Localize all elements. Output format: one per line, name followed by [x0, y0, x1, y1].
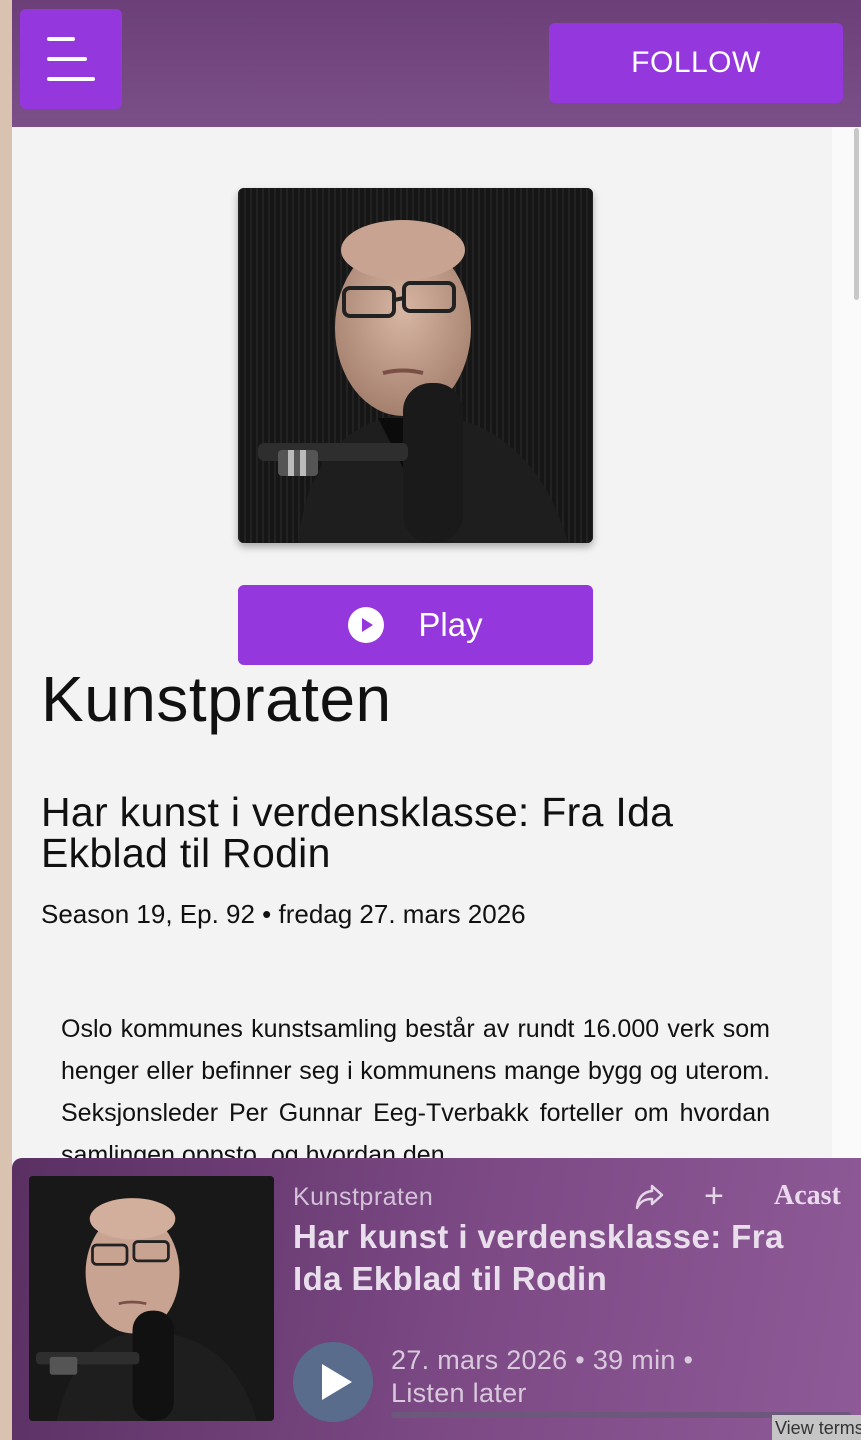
hamburger-menu-icon — [47, 37, 75, 41]
top-bar: FOLLOW — [12, 0, 861, 127]
play-button-label: Play — [418, 606, 483, 643]
play-circle-icon — [348, 607, 385, 643]
add-to-queue-icon[interactable]: + — [704, 1176, 724, 1216]
play-button[interactable]: Play — [238, 585, 593, 665]
player-episode-title: Har kunst i verdensklasse: Fra Ida Ekbla… — [293, 1218, 784, 1297]
share-icon[interactable] — [634, 1182, 666, 1212]
episode-cover-image — [238, 188, 593, 543]
scrollbar-thumb[interactable] — [854, 128, 859, 300]
episode-description: Oslo kommunes kunstsamling består av run… — [61, 1015, 770, 1169]
player-portrait-illustration — [29, 1176, 274, 1421]
episode-title: Har kunst i verdensklasse: Fra Ida Ekbla… — [41, 789, 674, 876]
menu-button[interactable] — [20, 9, 122, 109]
player-date-duration: 27. mars 2026 • 39 min • — [391, 1345, 694, 1375]
player-info: 27. mars 2026 • 39 min • Listen later — [391, 1344, 693, 1410]
player-show-name: Kunstpraten — [293, 1183, 434, 1211]
show-title: Kunstpraten — [41, 663, 392, 735]
acast-logo[interactable]: Acast — [774, 1180, 841, 1212]
hamburger-menu-icon-line — [47, 57, 87, 61]
follow-button[interactable]: FOLLOW — [549, 23, 843, 103]
view-terms-link[interactable]: View terms — [772, 1415, 861, 1440]
cover-portrait-illustration — [238, 188, 593, 543]
player-play-button[interactable] — [293, 1342, 373, 1422]
hamburger-menu-icon-line — [47, 77, 95, 81]
player-thumbnail — [29, 1176, 274, 1421]
episode-meta: Season 19, Ep. 92 • fredag 27. mars 2026 — [41, 899, 526, 929]
mini-player: Kunstpraten + Acast Har kunst i verdensk… — [12, 1158, 861, 1440]
listen-later-link[interactable]: Listen later — [391, 1377, 693, 1410]
